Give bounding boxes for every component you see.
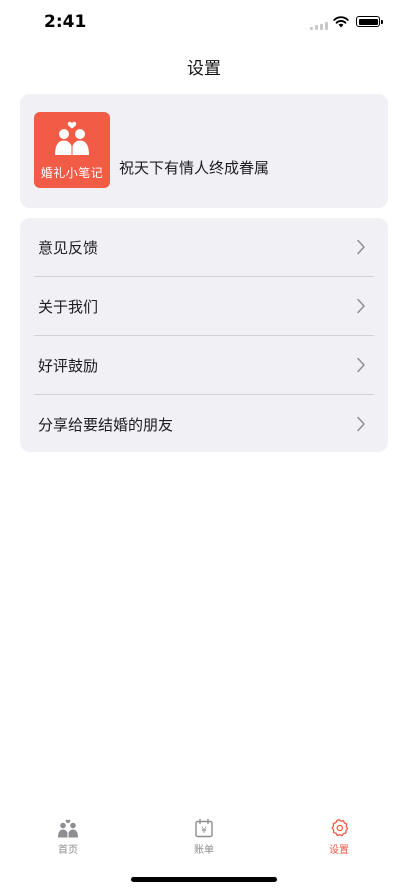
tab-label: 账单	[194, 845, 214, 856]
menu-item-rate-app[interactable]: 好评鼓励	[20, 336, 388, 394]
page-title: 设置	[187, 59, 221, 79]
menu-item-feedback[interactable]: 意见反馈	[20, 218, 388, 276]
chevron-right-icon	[357, 357, 365, 373]
svg-text:¥: ¥	[201, 826, 207, 836]
battery-icon	[356, 16, 383, 27]
slogan-text: 祝天下有情人终成眷属	[119, 159, 270, 177]
chevron-right-icon	[357, 416, 365, 432]
home-indicator	[131, 877, 277, 882]
status-bar: 2:41	[0, 0, 408, 46]
chevron-right-icon	[357, 239, 365, 255]
app-info-card: 婚礼小笔记 祝天下有情人终成眷属	[20, 94, 388, 208]
tab-settings[interactable]: 设置	[299, 818, 379, 862]
menu-item-label: 好评鼓励	[38, 357, 99, 375]
menu-item-share[interactable]: 分享给要结婚的朋友	[20, 395, 388, 452]
couple-icon	[58, 819, 78, 838]
app-logo: 婚礼小笔记	[34, 112, 110, 188]
chevron-right-icon	[357, 298, 365, 314]
tab-home[interactable]: 首页	[28, 818, 108, 862]
menu-item-label: 意见反馈	[38, 239, 99, 257]
wifi-icon	[333, 16, 349, 28]
tab-label: 首页	[58, 845, 78, 856]
gear-icon	[331, 818, 349, 837]
menu-item-label: 关于我们	[38, 298, 99, 316]
cellular-signal-icon	[310, 22, 328, 30]
status-time: 2:41	[44, 12, 87, 32]
menu-item-label: 分享给要结婚的朋友	[38, 416, 174, 434]
app-logo-text: 婚礼小笔记	[40, 166, 104, 180]
menu-item-about-us[interactable]: 关于我们	[20, 277, 388, 335]
bill-calendar-icon: ¥	[195, 818, 213, 838]
couple-heart-icon	[55, 121, 89, 155]
tab-label: 设置	[329, 845, 349, 856]
settings-menu: 意见反馈 关于我们 好评鼓励 分享给要结婚的朋友	[20, 218, 388, 452]
tab-bill[interactable]: ¥ 账单	[164, 818, 244, 862]
